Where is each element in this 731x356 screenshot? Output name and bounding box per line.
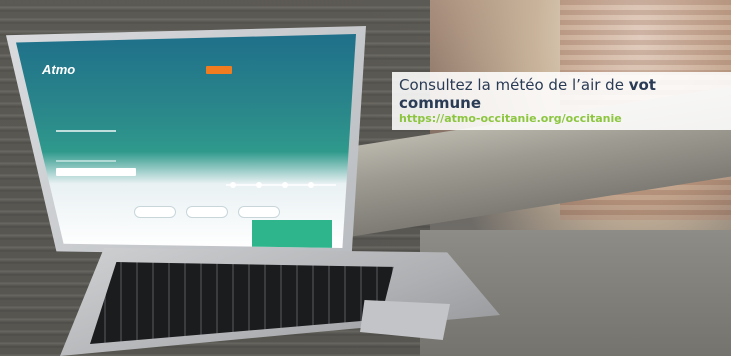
caption-bold-1: vot: [628, 76, 656, 94]
atmo-logo: Atmo: [42, 62, 76, 77]
timeline-dot: [230, 182, 236, 188]
caption-text: Consultez la météo de l’air de vot: [399, 76, 731, 94]
caption-banner: Consultez la météo de l’air de vot commu…: [392, 72, 731, 130]
caption-prefix: Consultez la météo de l’air de: [399, 76, 629, 94]
green-info-card: [252, 220, 332, 248]
photo-background: Atmo: [0, 0, 731, 356]
header-cta-button: [206, 66, 232, 74]
timeline-dot: [308, 182, 314, 188]
caption-url-link[interactable]: https://atmo-occitanie.org/occitanie: [399, 112, 731, 126]
timeline-dot: [256, 182, 262, 188]
hero-text-block: [56, 130, 116, 162]
commune-search-box: [56, 168, 136, 176]
timeline-dot: [282, 182, 288, 188]
forecast-timeline: [226, 184, 336, 186]
nav-pill: [134, 206, 176, 218]
nav-pill: [238, 206, 280, 218]
nav-pill: [186, 206, 228, 218]
caption-bold-2: commune: [399, 94, 481, 112]
laptop-screen: Atmo: [16, 34, 356, 248]
